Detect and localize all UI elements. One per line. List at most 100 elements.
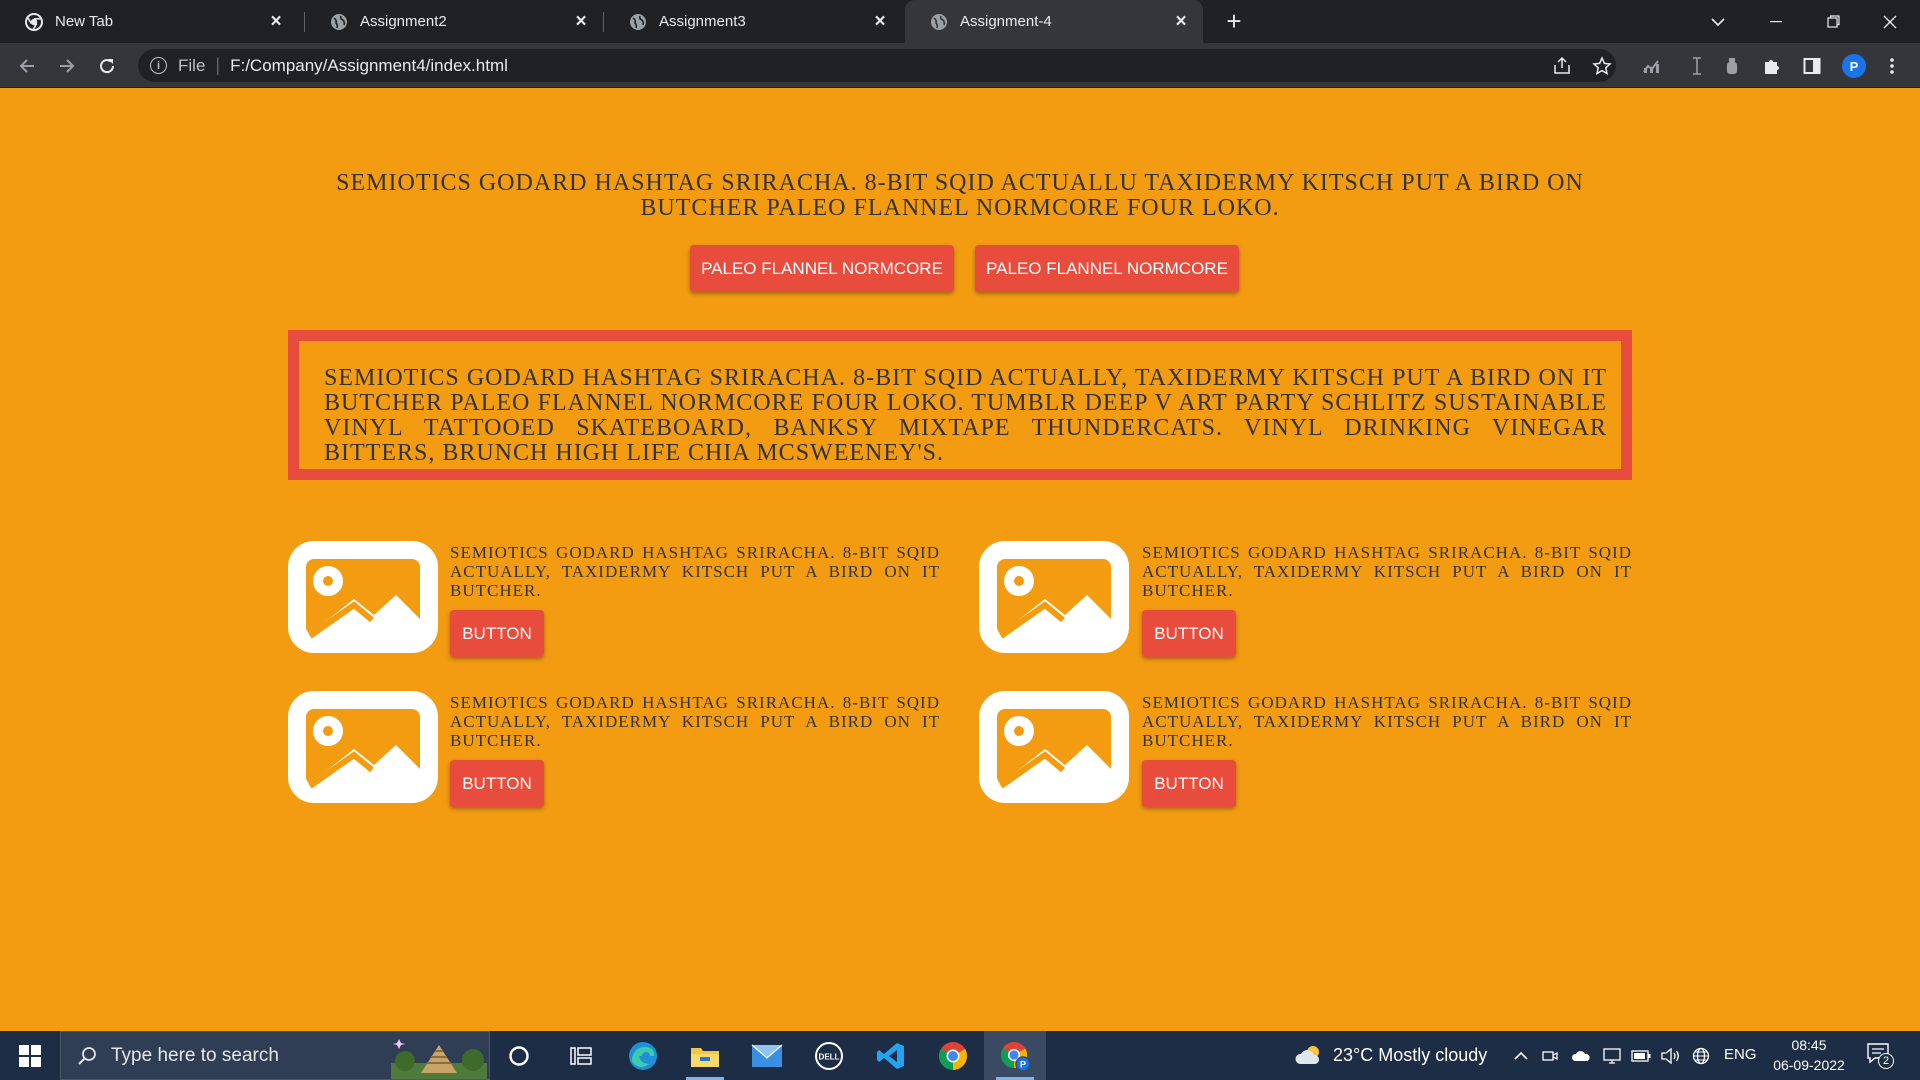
volume-icon[interactable] [1660, 1045, 1682, 1067]
back-button[interactable] [13, 52, 41, 80]
chrome-icon [939, 1041, 967, 1070]
chrome-profile-icon: P [1000, 1041, 1031, 1072]
card-text: SEMIOTICS GODARD HASHTAG SRIRACHA. 8-BIT… [450, 693, 940, 750]
bookmark-star-icon[interactable] [1590, 54, 1614, 78]
hero-button-2[interactable]: PALEO FLANNEL NORMCORE [975, 245, 1239, 292]
tab-strip: New Tab × Assignment2 × Assignment3 × As… [0, 0, 1920, 43]
menu-kebab-icon[interactable] [1880, 54, 1904, 78]
taskbar-vscode[interactable] [860, 1031, 922, 1080]
arrow-left-icon [19, 59, 34, 73]
task-view-icon [570, 1046, 592, 1065]
display-icon[interactable] [1601, 1045, 1623, 1067]
extension-chart-icon[interactable] [1640, 54, 1664, 78]
cortana-circle-icon [509, 1045, 529, 1066]
close-icon[interactable]: × [870, 11, 890, 32]
close-icon[interactable]: × [1171, 11, 1191, 32]
taskbar-chrome-profile[interactable]: P [984, 1031, 1046, 1080]
new-tab-button[interactable]: + [1220, 7, 1248, 35]
side-panel-icon[interactable] [1800, 54, 1824, 78]
notification-center-button[interactable]: 2 [1866, 1041, 1896, 1071]
card-text: SEMIOTICS GODARD HASHTAG SRIRACHA. 8-BIT… [1142, 693, 1632, 750]
image-placeholder-icon [288, 541, 438, 653]
tab-label: Assignment3 [659, 13, 746, 30]
minimize-button[interactable] [1748, 0, 1804, 43]
card-button[interactable]: BUTTON [450, 610, 544, 657]
hero-button-1[interactable]: PALEO FLANNEL NORMCORE [690, 245, 954, 292]
card-button[interactable]: BUTTON [1142, 610, 1236, 657]
globe-icon [331, 13, 347, 30]
language-indicator[interactable]: ENG [1724, 1046, 1757, 1063]
search-highlight-pyramid-icon [391, 1039, 487, 1079]
taskbar-edge[interactable] [612, 1031, 674, 1080]
forward-button[interactable] [53, 52, 81, 80]
extension-cursor-icon[interactable] [1685, 54, 1709, 78]
arrow-right-icon [60, 59, 75, 73]
vscode-icon [877, 1042, 904, 1069]
taskbar: Type here to search DELL P 23°C Mostly c… [0, 1031, 1920, 1080]
scheme-label: File [178, 55, 206, 75]
weather-cloudy-icon[interactable] [1294, 1043, 1324, 1067]
card-text: SEMIOTICS GODARD HASHTAG SRIRACHA. 8-BIT… [450, 543, 940, 600]
hero-text: SEMIOTICS GODARD HASHTAG SRIRACHA. 8-BIT… [336, 170, 1584, 221]
battery-icon[interactable] [1630, 1045, 1652, 1067]
taskbar-chrome[interactable] [922, 1031, 984, 1080]
taskbar-file-explorer[interactable] [674, 1031, 736, 1080]
profile-avatar[interactable]: P [1842, 54, 1866, 78]
share-icon[interactable] [1550, 54, 1574, 78]
meet-now-icon[interactable] [1539, 1045, 1561, 1067]
browser-toolbar: i File | F:/Company/Assignment4/index.ht… [0, 43, 1920, 88]
taskbar-mail[interactable] [736, 1031, 798, 1080]
clock-time: 08:45 [1791, 1037, 1827, 1053]
card-button[interactable]: BUTTON [1142, 760, 1236, 807]
dell-icon: DELL [815, 1041, 843, 1070]
tab-search-button[interactable] [1690, 0, 1746, 43]
task-view-button[interactable] [550, 1031, 612, 1080]
notification-count-badge: 2 [1878, 1053, 1894, 1069]
onedrive-cloud-icon[interactable] [1570, 1045, 1592, 1067]
clock[interactable]: 08:45 06-09-2022 [1766, 1035, 1852, 1075]
svg-text:DELL: DELL [819, 1052, 840, 1061]
cortana-button[interactable] [488, 1031, 550, 1080]
search-icon [78, 1046, 96, 1065]
reload-icon [100, 59, 115, 74]
globe-icon [931, 13, 947, 30]
start-button[interactable] [0, 1031, 60, 1080]
chrome-icon [25, 12, 43, 31]
tab-assignment-4[interactable]: Assignment-4 × [905, 0, 1203, 43]
weather-text[interactable]: 23°C Mostly cloudy [1333, 1045, 1487, 1066]
image-placeholder-icon [979, 691, 1129, 803]
bordered-text-box: SEMIOTICS GODARD HASHTAG SRIRACHA. 8-BIT… [288, 330, 1632, 480]
chevron-down-icon [1711, 17, 1725, 26]
info-icon[interactable]: i [150, 57, 167, 74]
windows-logo-icon [19, 1044, 41, 1067]
card-button[interactable]: BUTTON [450, 760, 544, 807]
divider: | [215, 55, 221, 75]
address-bar[interactable]: i File | F:/Company/Assignment4/index.ht… [138, 49, 1616, 82]
tab-label: Assignment2 [360, 13, 447, 30]
chevron-up-icon[interactable] [1510, 1045, 1532, 1067]
folder-icon [691, 1047, 719, 1067]
tab-label: Assignment-4 [960, 13, 1052, 30]
tab-assignment2[interactable]: Assignment2 × [305, 0, 603, 43]
svg-text:P: P [1020, 1059, 1026, 1069]
globe-icon [630, 13, 646, 30]
network-globe-icon[interactable] [1690, 1045, 1712, 1067]
close-icon [1883, 15, 1897, 28]
close-icon[interactable]: × [266, 11, 286, 32]
bordered-text: SEMIOTICS GODARD HASHTAG SRIRACHA. 8-BIT… [324, 365, 1607, 466]
url-text[interactable]: F:/Company/Assignment4/index.html [230, 56, 508, 76]
close-icon[interactable]: × [571, 11, 591, 32]
tab-assignment3[interactable]: Assignment3 × [604, 0, 902, 43]
taskbar-dell[interactable]: DELL [798, 1031, 860, 1080]
taskbar-search-box[interactable]: Type here to search [60, 1031, 490, 1080]
close-window-button[interactable] [1862, 0, 1918, 43]
tab-new-tab[interactable]: New Tab × [0, 0, 298, 43]
clock-date: 06-09-2022 [1773, 1057, 1845, 1073]
image-placeholder-icon [288, 691, 438, 803]
extension-bottle-icon[interactable] [1720, 54, 1744, 78]
edge-icon [629, 1041, 657, 1070]
reload-button[interactable] [93, 52, 121, 80]
extensions-puzzle-icon[interactable] [1760, 54, 1784, 78]
restore-button[interactable] [1805, 0, 1861, 43]
minimize-icon [1770, 20, 1782, 22]
